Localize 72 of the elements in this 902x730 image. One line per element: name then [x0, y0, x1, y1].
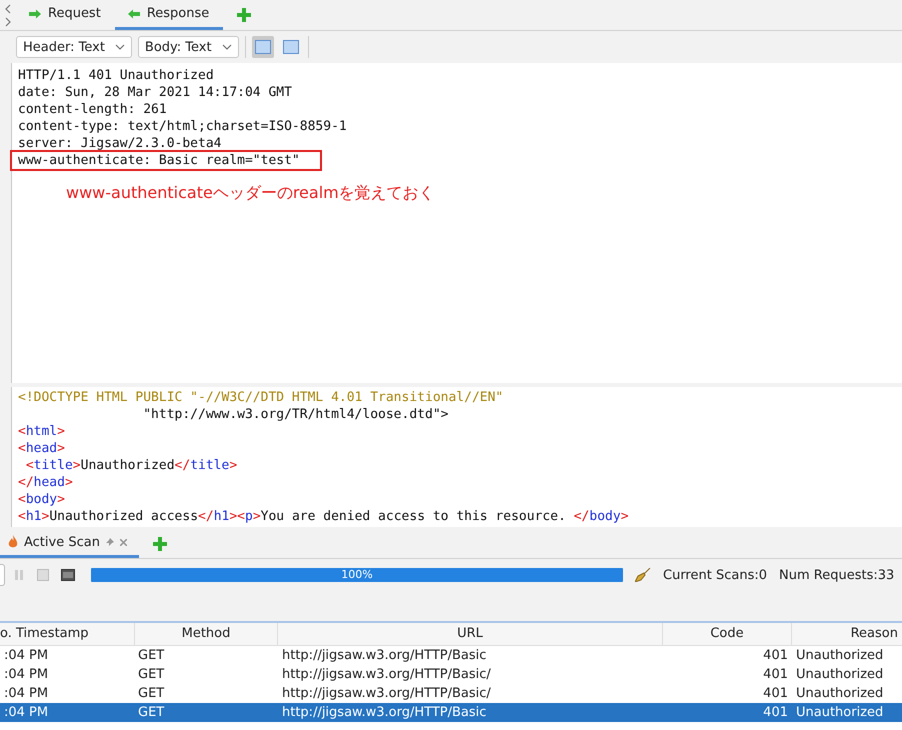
chevron-right-icon[interactable] [4, 16, 12, 26]
add-icon[interactable] [152, 536, 167, 550]
caret-icon [222, 44, 232, 50]
table-row[interactable]: :04 PM GET http://jigsaw.w3.org/HTTP/Basic 401 Unauthorized [0, 703, 902, 722]
format-dropdown[interactable]: Body: Text [138, 36, 239, 58]
table-row[interactable]: :04 PM GET http://jigsaw.w3.org/HTTP/Basic/ 401 Unauthorized [0, 684, 902, 703]
stop-icon[interactable] [37, 569, 49, 581]
header-line: server: Jigsaw/2.3.0-beta4 [18, 135, 222, 152]
table-cell-text: Unauthorized [795, 704, 884, 722]
annotation-note: www-authenticateヘッダーのrealmを覚えておく [66, 183, 436, 204]
code-line: <html> [18, 423, 65, 440]
tab[interactable]: Request [16, 0, 115, 30]
current-scans-label: Current Scans:0 [663, 568, 767, 582]
header-line: HTTP/1.1 401 Unauthorized [18, 67, 214, 84]
table-cell-text: http://jigsaw.w3.org/HTTP/Basic [281, 704, 488, 722]
table-cell-text: :04 PM [3, 704, 50, 722]
progress-reading: 100% [340, 568, 374, 582]
active-scan-tab[interactable]: Active Scan [0, 529, 139, 558]
code-line: "http://www.w3.org/TR/html4/loose.dtd"> [142, 406, 448, 423]
tab-label: Active Scan [24, 534, 100, 550]
header-line: www-authenticate: Basic realm="test" [12, 152, 320, 169]
table-cell-text: :04 PM [3, 666, 50, 684]
table-cell-text: GET [137, 647, 166, 665]
chevron-left-icon[interactable] [4, 4, 12, 14]
arrow-right-icon [28, 8, 42, 18]
layout-icon [282, 40, 299, 54]
code-line: <!DOCTYPE HTML PUBLIC "-//W3C//DTD HTML 4.01 Transitional//EN" [18, 389, 504, 406]
table-cell-text: http://jigsaw.w3.org/HTTP/Basic/ [281, 685, 492, 703]
close-icon[interactable] [120, 538, 127, 546]
format-dropdown[interactable]: Header: Text [16, 36, 132, 58]
table-cell-text: :04 PM [3, 647, 50, 665]
table-cell-text: http://jigsaw.w3.org/HTTP/Basic [281, 647, 488, 665]
code-line: <title>Unauthorized</title> [24, 457, 238, 474]
scan-selector[interactable] [0, 564, 5, 586]
table-row[interactable]: :04 PM GET http://jigsaw.w3.org/HTTP/Basic 401 Unauthorized [0, 646, 902, 665]
column-header[interactable]: Code [663, 623, 792, 645]
flame-icon [8, 535, 18, 549]
column-header[interactable]: o. Timestamp [0, 623, 135, 645]
pin-icon[interactable] [106, 538, 114, 546]
tab[interactable]: Response [114, 0, 224, 30]
table-cell-text: 401 [762, 685, 789, 703]
table-cell-text: 401 [762, 666, 789, 684]
column-header[interactable]: Method [135, 623, 278, 645]
header-line: date: Sun, 28 Mar 2021 14:17:04 GMT [18, 84, 292, 101]
table-cell-text: Unauthorized [795, 666, 884, 684]
pause-icon[interactable] [13, 569, 25, 581]
header-line: content-type: text/html;charset=ISO-8859-1 [18, 118, 347, 135]
add-icon[interactable] [237, 8, 252, 22]
num-requests-label: Num Requests:33 [779, 568, 894, 582]
broom-icon[interactable] [635, 568, 651, 582]
header-line: content-length: 261 [18, 101, 167, 118]
table-cell-text: GET [137, 704, 166, 722]
column-header[interactable]: URL [278, 623, 663, 645]
table-cell-text: GET [137, 666, 166, 684]
table-cell-text: 401 [762, 647, 789, 665]
console-icon[interactable] [61, 569, 75, 581]
table-cell-text: GET [137, 685, 166, 703]
column-header[interactable]: Reason [792, 623, 902, 645]
code-line: <h1>Unauthorized access</h1><p>You are denied access to this resource. </body> [18, 508, 629, 525]
arrow-left-icon [126, 8, 141, 18]
table-row[interactable]: :04 PM GET http://jigsaw.w3.org/HTTP/Basic/ 401 Unauthorized [0, 665, 902, 684]
table-cell-text: 401 [762, 704, 789, 722]
caret-icon [114, 44, 125, 50]
layout-icon [254, 40, 271, 54]
table-cell-text: http://jigsaw.w3.org/HTTP/Basic/ [281, 666, 492, 684]
code-line: <body> [18, 491, 65, 508]
table-cell-text: Unauthorized [795, 685, 884, 703]
table-cell-text: Unauthorized [795, 647, 884, 665]
table-cell-text: :04 PM [3, 685, 50, 703]
view-toggle-button[interactable] [252, 36, 274, 58]
code-line: </head> [18, 474, 73, 491]
code-line: <head> [18, 440, 65, 457]
